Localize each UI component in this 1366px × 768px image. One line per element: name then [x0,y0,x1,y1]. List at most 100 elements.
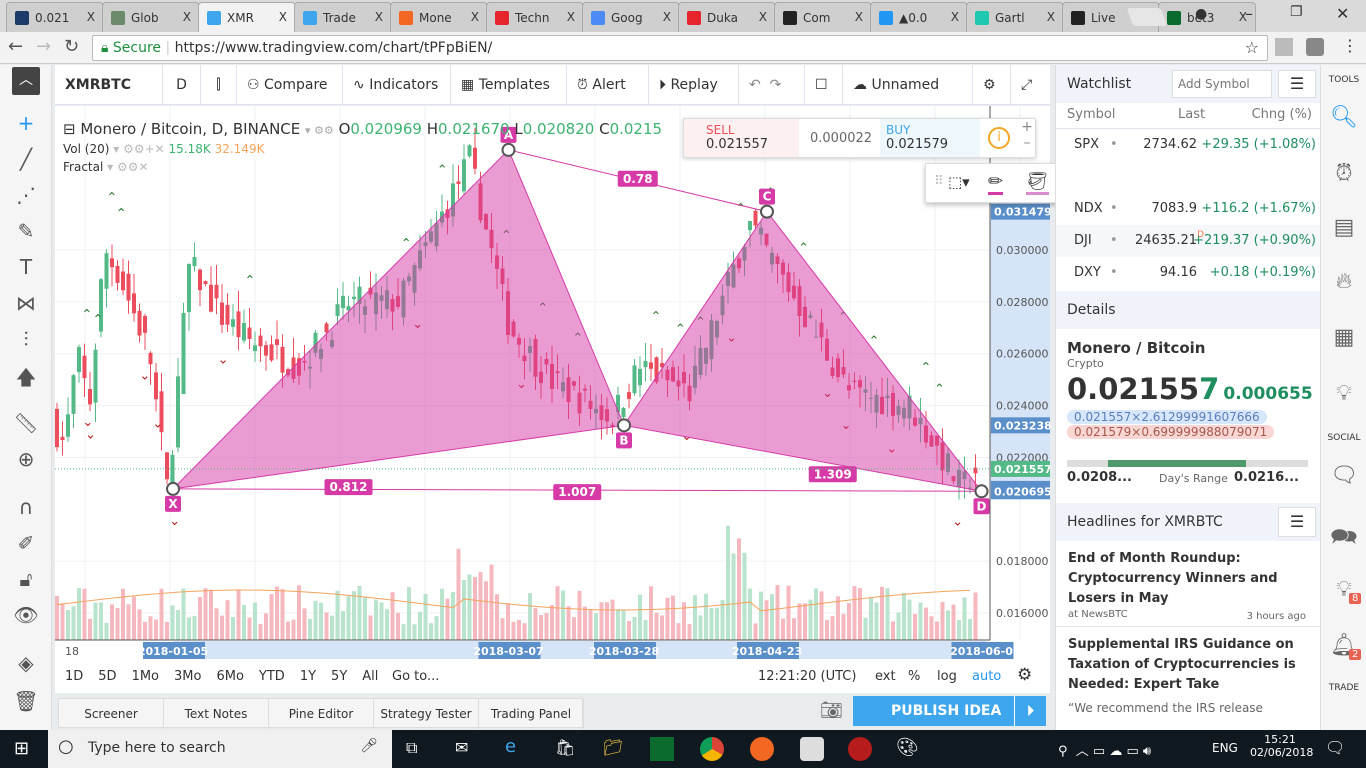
watchlist-search-icon[interactable]: 🔍︎ [1321,105,1366,130]
close-tab-icon[interactable]: X [1047,10,1055,24]
pattern-point-label-d[interactable]: D [973,498,990,515]
pattern-point-label-b[interactable]: B [616,432,632,449]
fill-color-icon[interactable]: 🪣︎ [1026,171,1049,195]
bottom-tab-trading-panel[interactable]: Trading Panel [479,699,584,729]
undo-redo-buttons[interactable]: ↶ ↷ [739,65,805,105]
magnet-icon[interactable]: ∩ [12,495,40,523]
watchlist-row[interactable]: DJI • 24635.21 D +219.37 (+0.90%) [1056,225,1321,257]
file-explorer-icon[interactable]: 📁︎ [603,738,623,757]
list-menu-icon[interactable]: ☰ [1278,507,1316,537]
new-tab-button[interactable] [1126,8,1168,26]
settings-gear-icon[interactable]: ⚙ [1017,665,1032,685]
add-symbol-input[interactable] [1172,70,1272,98]
app-icon[interactable] [750,737,774,761]
range-1d[interactable]: 1D [65,669,83,684]
col-change[interactable]: Chng (%) [1252,107,1312,122]
clock-display[interactable]: 12:21:20 (UTC) [758,669,856,684]
hotlist-flame-icon[interactable]: 🔥︎ [1321,269,1366,294]
prediction-icon[interactable]: ⫶ [12,327,40,355]
ideas-stream-icon[interactable]: 💡︎ 8 [1321,577,1366,604]
layers-icon[interactable]: ◈ [12,651,40,679]
alarm-clock-icon[interactable]: ⏰︎ [1321,161,1366,186]
headline-item[interactable]: End of Month Roundup: Cryptocurrency Win… [1056,541,1320,627]
range-1y[interactable]: 1Y [300,669,316,684]
browser-tab[interactable]: Mone X [390,2,488,32]
volume-indicator-label[interactable]: Vol (20) [63,142,109,156]
ratio-label-xd[interactable]: 1.007 [553,484,602,501]
browser-tab[interactable]: Com X [774,2,872,32]
select-area-icon[interactable]: ⬚▾ [948,173,970,191]
headline-title[interactable]: End of Month Roundup: Cryptocurrency Win… [1068,549,1308,609]
info-icon[interactable]: i [988,127,1010,149]
range-6mo[interactable]: 6Mo [216,669,243,684]
chart-area[interactable]: ⌃⌄⌃⌃⌃⌃⌃⌃⌄⌄⌃⌄⌃⌃⌃⌄⌄⌄⌄⌃⌄⌄⌃⌃⌃⌃⌄⌃⌃⌃⌄⌄⌃⌄0.8120… [55,106,1052,660]
close-tab-icon[interactable]: X [855,10,863,24]
watchlist-row[interactable]: NDX • 7083.9 +116.2 (+1.67%) [1056,193,1321,225]
publish-idea-button[interactable]: PUBLISH IDEA ⏵ [853,696,1046,726]
fractal-indicator-label[interactable]: Fractal [63,160,103,174]
layout-button[interactable]: ☁︎ Unnamed [843,65,973,105]
mail-icon[interactable]: ✉ [455,738,468,757]
browser-tab[interactable]: ▲0.0 X [870,2,968,32]
ratio-label-xb[interactable]: 0.812 [324,479,373,496]
notifications-bell-icon[interactable]: 🔔︎ 2 [1321,633,1366,660]
bet365-icon[interactable] [650,737,674,761]
zoom-in-icon[interactable]: ⊕ [12,447,40,475]
legend-collapse-icon[interactable]: ⊟ [63,120,76,138]
browser-tab[interactable]: Gartl X [966,2,1064,32]
drag-handle-icon[interactable]: ⠿ [934,174,944,189]
range-5y[interactable]: 5Y [331,669,347,684]
log-toggle[interactable]: log [937,669,957,684]
pattern-icon[interactable]: ⋈ [12,291,40,319]
private-messages-icon[interactable]: 🗪︎ [1321,520,1366,558]
edge-icon[interactable]: e [505,736,516,757]
auto-toggle[interactable]: auto [972,669,1001,684]
watchlist-row[interactable]: DXY • 94.16 +0.18 (+0.19%) [1056,257,1321,289]
series-title[interactable]: Monero / Bitcoin, D, BINANCE [80,120,300,138]
close-tab-icon[interactable]: X [183,10,191,24]
browser-tab[interactable]: Glob X [102,2,200,32]
chat-icon[interactable]: 🗨︎ [1321,463,1366,488]
bottom-tab-text-notes[interactable]: Text Notes [164,699,269,729]
col-last[interactable]: Last [1178,107,1205,122]
headline-title[interactable]: Supplemental IRS Guidance on Taxation of… [1068,635,1308,695]
taskbar-search-input[interactable]: ○ Type here to search 🎤︎ [48,730,392,768]
trendline-icon[interactable]: ╱ [12,147,40,175]
arrow-up-icon[interactable]: 🡅 [12,363,40,391]
ext-toggle[interactable]: ext [875,669,896,684]
symbol-search-button[interactable]: XMRBTC [55,65,163,105]
browser-tab[interactable]: 0.021 X [6,2,104,32]
buy-button[interactable]: BUY 0.021579 [880,119,980,157]
profile-icon[interactable]: ● [1195,6,1207,22]
sell-button[interactable]: SELL 0.021557 [684,119,799,157]
calendar-icon[interactable]: ▦ [1321,325,1366,350]
chrome-icon[interactable] [700,737,724,761]
candle-type-icon[interactable]: ⫿ [201,65,237,105]
bottom-tab-strategy-tester[interactable]: Strategy Tester [374,699,479,729]
close-tab-icon[interactable]: X [567,10,575,24]
settings-gear-icon[interactable]: ⚙ [973,65,1011,105]
brush-icon[interactable]: ✎ [12,219,40,247]
maximize-button[interactable]: ❐ [1290,4,1303,20]
fib-icon[interactable]: ⋰ [12,183,40,211]
reload-icon[interactable]: ↻ [64,36,79,57]
collapse-icon[interactable]: ︿ [12,67,40,95]
series-settings-icons[interactable]: ▾ ⚙⚙ [305,124,334,137]
price-chart[interactable]: ⌃⌄⌃⌃⌃⌃⌃⌃⌄⌄⌃⌄⌃⌃⌃⌄⌄⌄⌄⌃⌄⌄⌃⌃⌃⌃⌄⌃⌃⌃⌄⌄⌃⌄0.8120… [55,106,1052,660]
menu-icon[interactable]: ⋮ [1342,36,1358,55]
close-tab-icon[interactable]: X [471,10,479,24]
close-window-button[interactable]: ✕ [1336,4,1349,23]
minimize-button[interactable]: – [1245,4,1253,23]
pattern-point-label-x[interactable]: X [165,495,181,512]
close-tab-icon[interactable]: X [951,10,959,24]
browser-tab[interactable]: Trade X [294,2,392,32]
unlock-icon[interactable]: 🔓︎ [12,567,40,595]
templates-button[interactable]: ▦ Templates [451,65,567,105]
close-tab-icon[interactable]: X [87,10,95,24]
bottom-tab-pine-editor[interactable]: Pine Editor [269,699,374,729]
eye-icon[interactable]: 👁︎ [12,603,40,631]
news-icon[interactable]: ▤ [1321,215,1366,240]
language-indicator[interactable]: ENG [1212,741,1238,755]
fullscreen-icon[interactable]: ⤢ [1011,65,1050,105]
bottom-tab-screener[interactable]: Screener [59,699,164,729]
